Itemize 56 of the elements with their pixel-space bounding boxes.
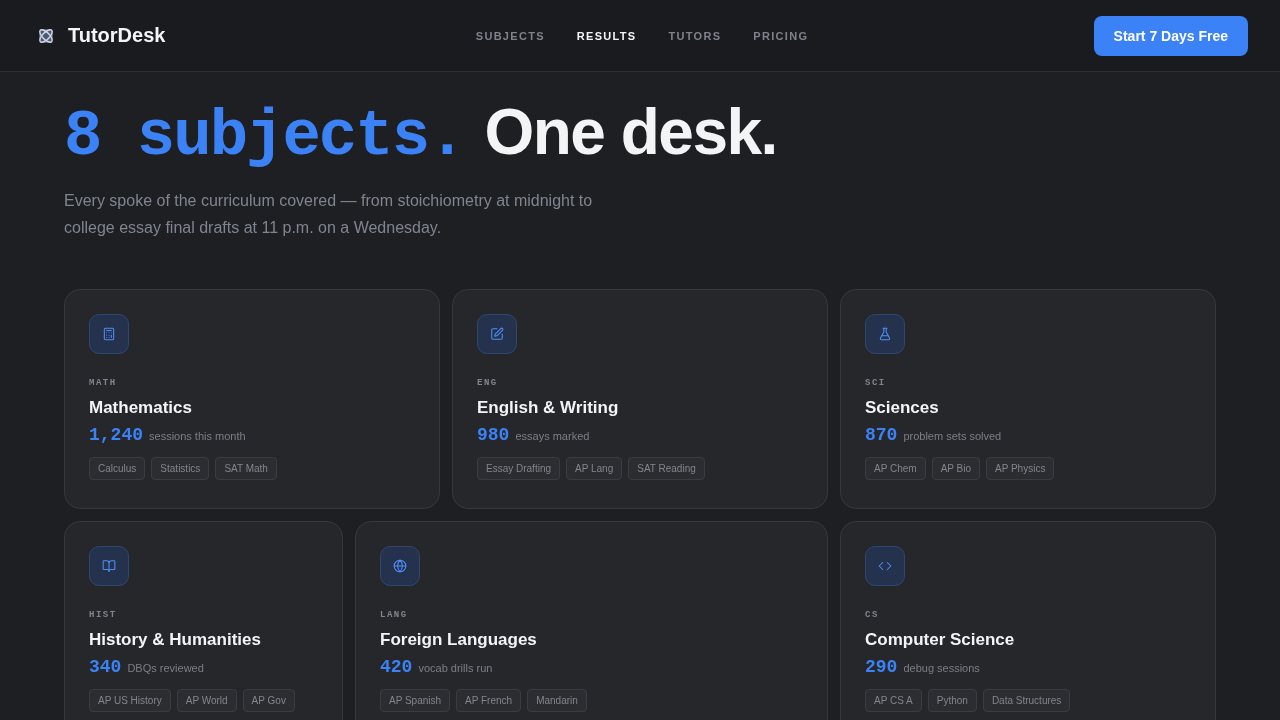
brand-name: TutorDesk [68,24,166,47]
subject-code: HIST [89,610,118,620]
stat-label: sessions this month [149,430,246,442]
stat-label: DBQs reviewed [127,662,204,674]
nav-link[interactable]: TUTORS [668,29,722,42]
pencil-square-icon [477,314,517,354]
nav-link[interactable]: SUBJECTS [475,29,545,42]
subject-code: ENG [477,378,499,388]
topic-tag: AP Chem [865,457,926,480]
topic-tag: Essay Drafting [477,457,561,480]
subject-code: CS [865,610,880,620]
start-trial-button[interactable]: Start 7 Days Free [1093,15,1248,56]
subject-title: History & Humanities [89,630,262,650]
topic-tag: Statistics [151,457,210,480]
stat-count: 290 [865,657,898,677]
stat-label: vocab drills run [418,662,493,674]
topic-tag: SAT Math [215,457,277,480]
topic-tag: AP CS A [865,689,922,712]
topic-tag: Mandarin [527,689,587,712]
stat-count: 420 [380,657,413,677]
topic-tag: AP Gov [242,689,295,712]
subject-title: Computer Science [865,630,1016,650]
stat-count: 340 [89,657,122,677]
subject-title: English & Writing [477,398,620,418]
globe-icon [380,546,420,586]
topic-tag: AP Bio [931,457,980,480]
subject-title: Sciences [865,398,940,418]
subject-title: Foreign Languages [380,630,538,650]
subject-title: Mathematics [89,398,193,418]
flask-icon [865,314,905,354]
stat-label: problem sets solved [903,430,1002,442]
topic-tag: AP Lang [566,457,623,480]
stat-label: essays marked [515,430,590,442]
subject-code: SCI [865,378,887,388]
topic-tag: Python [927,689,977,712]
stat-count: 870 [865,425,898,445]
topic-tag: AP Physics [986,457,1055,480]
nav-link[interactable]: RESULTS [576,29,637,42]
calculator-icon [89,314,129,354]
topic-tag: SAT Reading [628,457,705,480]
topic-tag: Calculus [89,457,146,480]
topic-tag: AP World [176,689,237,712]
topic-tag: AP Spanish [380,689,451,712]
stat-label: debug sessions [903,662,980,674]
nav-link[interactable]: PRICING [753,29,809,42]
subject-code: LANG [380,610,409,620]
book-icon [89,546,129,586]
stat-count: 1,240 [89,425,143,445]
code-icon [865,546,905,586]
topic-tag: Data Structures [982,689,1071,712]
subject-code: MATH [89,378,118,388]
headline: 8 subjects. One desk. [64,96,778,173]
stat-count: 980 [477,425,510,445]
topic-tag: AP US History [89,689,171,712]
lead-paragraph: Every spoke of the curriculum covered — from stoichiometry at midnight to college essay final drafts at 11 p.m. on a Wednesday. [64,191,594,238]
topic-tag: AP French [456,689,522,712]
